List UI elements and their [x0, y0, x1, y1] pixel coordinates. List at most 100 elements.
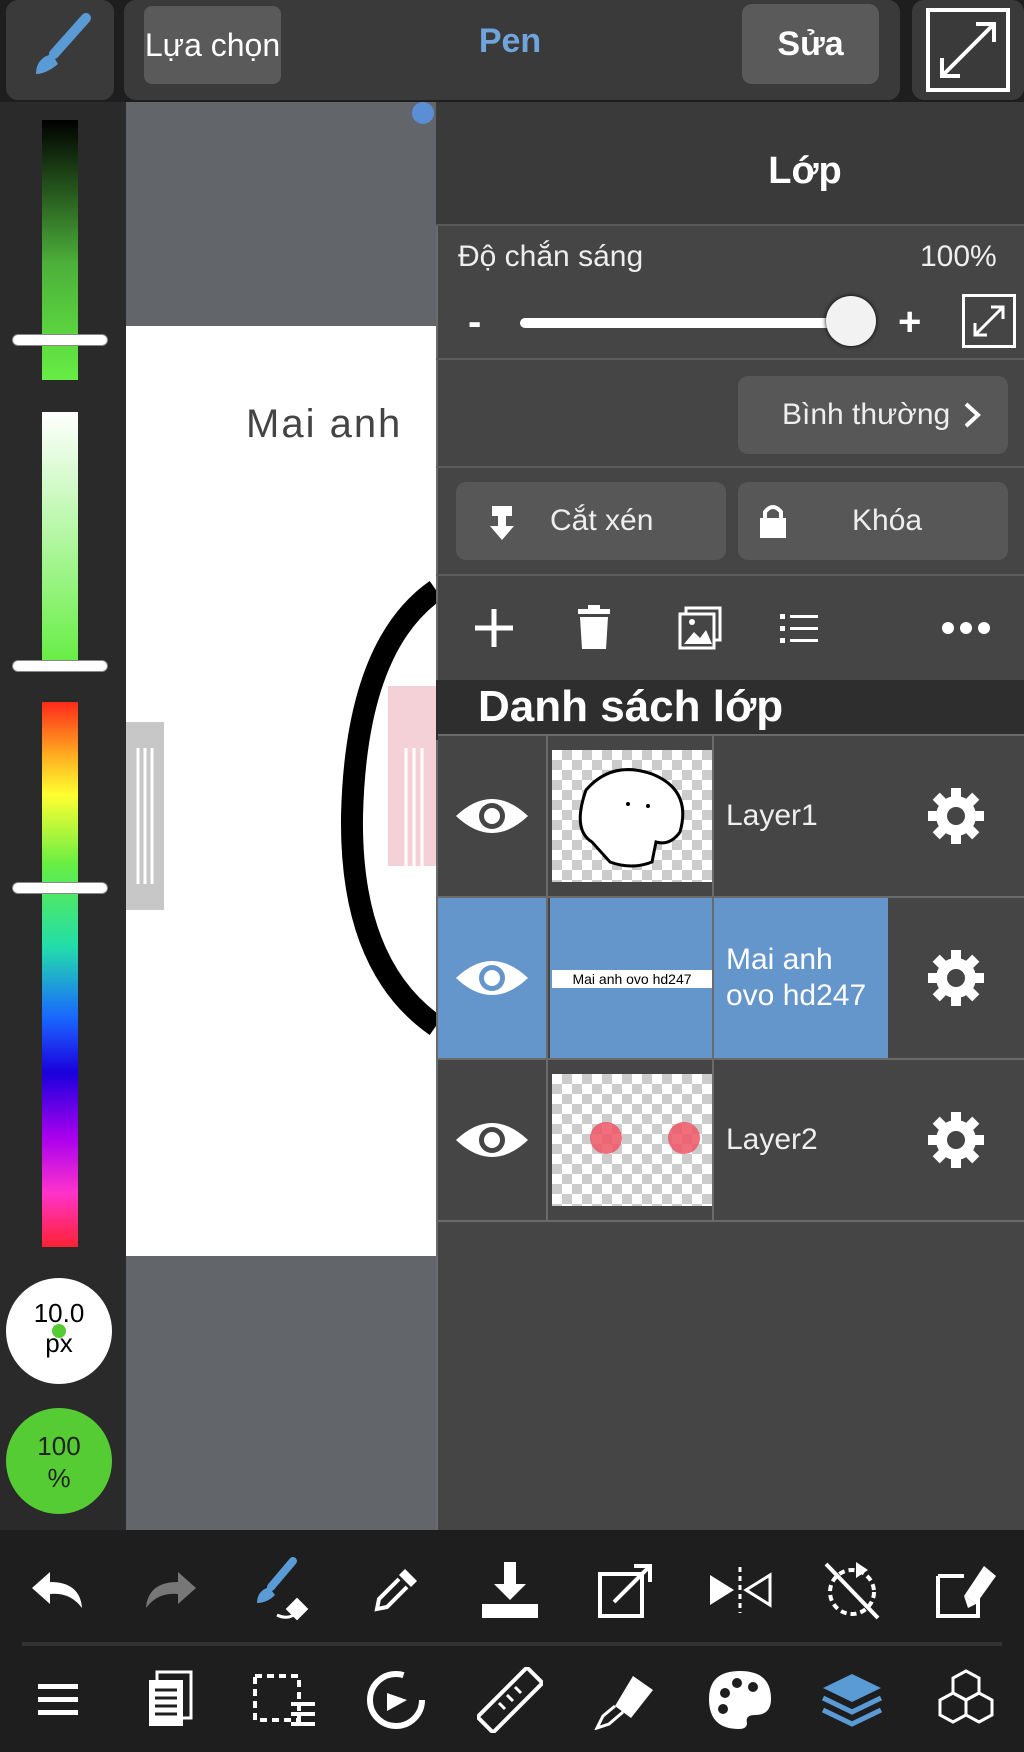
selection-list-button[interactable] — [244, 1660, 324, 1740]
eraser-button[interactable] — [926, 1550, 1006, 1630]
layer-row[interactable]: Layer2 — [438, 1058, 1024, 1222]
layer-panel-title: Lớp — [768, 150, 842, 192]
layer-thumbnail — [550, 736, 714, 896]
eye-icon — [456, 1123, 528, 1157]
canvas-drawing — [340, 580, 436, 1036]
layer-visibility-toggle[interactable] — [438, 898, 548, 1058]
flip-icon — [710, 1567, 772, 1613]
rotate-reset-button[interactable] — [812, 1550, 892, 1630]
divider — [436, 358, 1024, 360]
bottom-toolbar-row-2 — [0, 1650, 1024, 1750]
undo-button[interactable] — [18, 1550, 98, 1630]
saturation-slider-handle[interactable] — [12, 660, 108, 672]
layer-row[interactable]: Layer1 — [438, 734, 1024, 896]
brush-opacity-value: 100 — [37, 1431, 81, 1461]
chevron-right-icon — [964, 402, 982, 428]
menu-button[interactable] — [18, 1660, 98, 1740]
eyedropper-icon — [374, 1569, 417, 1612]
delete-layer-button[interactable] — [564, 588, 624, 668]
panel-drag-handle[interactable] — [392, 722, 436, 910]
undo-icon — [32, 1572, 82, 1608]
pages-button[interactable] — [130, 1660, 210, 1740]
transform-button[interactable] — [586, 1550, 666, 1630]
rotate-canvas-button[interactable] — [356, 1660, 436, 1740]
gear-icon — [928, 1112, 984, 1168]
brush-opacity-unit: % — [47, 1463, 71, 1493]
materials-button[interactable] — [926, 1660, 1006, 1740]
hue-slider[interactable] — [42, 702, 78, 1247]
redo-icon — [146, 1572, 196, 1608]
pages-icon — [149, 1670, 193, 1726]
selection-button[interactable]: Lựa chọn — [144, 6, 281, 84]
edit-button[interactable]: Sửa — [742, 4, 879, 84]
add-layer-button[interactable] — [464, 588, 524, 668]
opacity-slider-knob[interactable] — [826, 296, 876, 346]
more-options-button[interactable] — [936, 588, 996, 668]
bottom-toolbar-row-1 — [0, 1540, 1024, 1640]
divider — [436, 466, 1024, 468]
canvas-paper[interactable] — [126, 326, 436, 1256]
palette-icon — [709, 1671, 771, 1729]
image-layer-icon — [678, 606, 722, 650]
download-button[interactable] — [470, 1550, 550, 1630]
flip-button[interactable] — [700, 1550, 780, 1630]
opacity-value: 100% — [920, 240, 997, 273]
list-icon — [780, 614, 818, 643]
opacity-slider[interactable] — [520, 318, 860, 328]
layer-list-button[interactable] — [770, 588, 830, 668]
canvas-left-scroll-handle[interactable] — [126, 722, 164, 910]
current-tool-title: Pen — [478, 22, 542, 60]
layer-thumbnail: Mai anh ovo hd247 — [550, 898, 714, 1058]
clipping-icon — [490, 506, 514, 540]
hue-slider-handle[interactable] — [12, 882, 108, 894]
rotate-reset-icon — [824, 1562, 880, 1620]
layer-name: Layer1 — [726, 799, 818, 832]
eyedropper-button[interactable] — [356, 1550, 436, 1630]
ruler-icon — [477, 1667, 543, 1733]
brush-color-dot — [52, 1324, 66, 1338]
layers-button[interactable] — [812, 1660, 892, 1740]
add-layer-icon — [475, 609, 513, 647]
rotate-icon — [367, 1671, 425, 1729]
opacity-increase-button[interactable]: + — [898, 300, 921, 345]
fullscreen-button[interactable] — [912, 0, 1024, 100]
blend-mode-button[interactable]: Bình thường — [738, 376, 1008, 454]
clipping-label: Cắt xén — [550, 504, 654, 537]
lock-icon — [760, 505, 786, 538]
layer-settings-button[interactable] — [888, 898, 1024, 1058]
layer-list-title: Danh sách lớp — [478, 682, 784, 731]
color-palette-button[interactable] — [700, 1660, 780, 1740]
materials-icon — [938, 1669, 994, 1724]
expand-icon — [973, 305, 1005, 337]
layer-visibility-toggle[interactable] — [438, 1060, 548, 1220]
brush-transform-button[interactable] — [244, 1550, 324, 1630]
layer-row-selected[interactable]: Mai anh ovo hd247 Mai anh ovo hd247 — [438, 896, 1024, 1058]
clipping-button[interactable]: Cắt xén — [456, 482, 726, 560]
layer-thumbnail — [550, 1060, 714, 1220]
opacity-label: Độ chắn sáng — [458, 240, 644, 273]
more-icon — [942, 622, 990, 634]
image-layer-button[interactable] — [670, 588, 730, 668]
brush-icon — [36, 13, 91, 74]
fill-button[interactable] — [586, 1660, 666, 1740]
blend-mode-label: Bình thường — [782, 398, 951, 431]
brush-opacity-button[interactable]: 100 % — [6, 1408, 112, 1514]
brush-tool-button[interactable] — [6, 0, 114, 100]
layer-settings-button[interactable] — [888, 736, 1024, 896]
redo-button[interactable] — [130, 1550, 210, 1630]
saturation-slider[interactable] — [42, 412, 78, 664]
ruler-button[interactable] — [470, 1660, 550, 1740]
layer-visibility-toggle[interactable] — [438, 736, 548, 896]
panel-expand-button[interactable] — [962, 294, 1016, 348]
eraser-icon — [936, 1566, 996, 1618]
canvas-text: Mai anh — [246, 402, 403, 446]
menu-icon — [38, 1684, 78, 1715]
lock-button[interactable]: Khóa — [738, 482, 1008, 560]
fill-icon — [594, 1676, 653, 1730]
layer-thumbnail-text: Mai anh ovo hd247 — [552, 970, 712, 988]
layer-settings-button[interactable] — [888, 1060, 1024, 1220]
layers-icon — [821, 1674, 883, 1727]
brightness-slider-handle[interactable] — [12, 334, 108, 346]
opacity-decrease-button[interactable]: - — [468, 300, 481, 345]
page-indicator-dot — [412, 102, 434, 124]
